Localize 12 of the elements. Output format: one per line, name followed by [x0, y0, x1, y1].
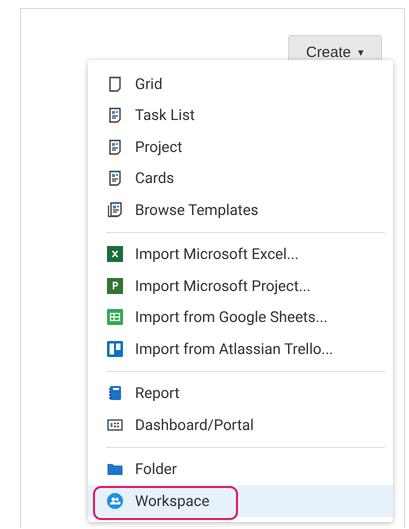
menu-item[interactable]: Dashboard/Portal: [88, 409, 393, 440]
menu-item[interactable]: Task List: [88, 100, 393, 131]
menu-item[interactable]: Import Microsoft Excel...: [88, 238, 393, 270]
menu-item[interactable]: Browse Templates: [88, 194, 393, 226]
menu-item[interactable]: Folder: [88, 454, 393, 485]
menu-item[interactable]: Import from Google Sheets...: [88, 302, 393, 333]
menu-item[interactable]: Import Microsoft Project...: [88, 270, 393, 302]
menu-item[interactable]: Cards: [88, 162, 393, 194]
menu-item[interactable]: Grid: [88, 68, 393, 100]
menu-item[interactable]: Project: [88, 131, 393, 162]
menu-item[interactable]: Import from Atlassian Trello...: [88, 333, 393, 364]
menu-item[interactable]: Report: [88, 378, 393, 409]
